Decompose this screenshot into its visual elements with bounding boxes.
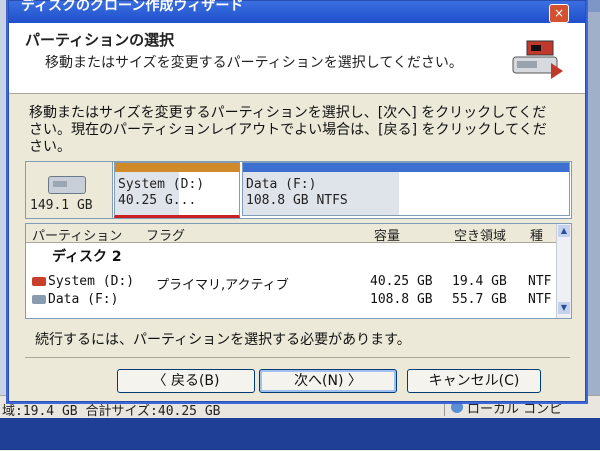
partition-icon: [32, 277, 46, 286]
partition-color-bar: [243, 163, 569, 172]
list-scrollbar[interactable]: ▲ ▼: [556, 224, 571, 318]
partition-block-system[interactable]: System (D:) 40.25 G...: [114, 162, 240, 218]
partition-list[interactable]: パーティション フラグ 容量 空き領域 種 ディスク 2 System (D:)…: [25, 223, 572, 319]
table-row[interactable]: Data (F:) 108.8 GB 55.7 GB NTF: [26, 292, 556, 309]
computer-icon: [451, 401, 463, 413]
wizard-header: パーティションの選択 移動またはサイズを変更するパーティションを選択してください…: [9, 23, 585, 94]
disk-summary: 149.1 GB: [26, 162, 113, 218]
partition-label: Data (F:): [246, 177, 317, 192]
row-type: NTF: [528, 274, 552, 289]
partition-size: 40.25 G...: [118, 193, 197, 208]
row-flags: プライマリ,アクティブ: [156, 278, 289, 293]
list-header: パーティション フラグ 容量 空き領域 種: [26, 224, 556, 244]
row-free: 19.4 GB: [452, 274, 507, 289]
scroll-down-icon[interactable]: ▼: [558, 302, 570, 314]
hard-disk-icon: [48, 176, 86, 194]
next-button[interactable]: 次へ(N) 〉: [259, 369, 397, 393]
disk-partition-icon: [512, 40, 563, 79]
scroll-up-icon[interactable]: ▲: [558, 225, 570, 237]
page-title: パーティションの選択: [25, 31, 175, 49]
row-type: NTF: [528, 292, 552, 307]
partition-block-data[interactable]: Data (F:) 108.8 GB NTFS: [242, 162, 570, 216]
partition-color-bar: [115, 163, 239, 172]
titlebar[interactable]: ディスクのクローン作成ウィザード ×: [9, 0, 585, 23]
column-header-capacity[interactable]: 容量: [374, 225, 400, 244]
column-header-flags[interactable]: フラグ: [146, 225, 185, 244]
row-free: 55.7 GB: [452, 292, 507, 307]
cancel-button[interactable]: キャンセル(C): [407, 369, 541, 393]
row-capacity: 40.25 GB: [370, 274, 433, 289]
desktop-left-strip: [0, 0, 8, 450]
instructions-text: 移動またはサイズを変更するパーティションを選択し、[次へ] をクリックしてくださ…: [29, 105, 547, 155]
close-button[interactable]: ×: [549, 4, 569, 23]
partition-label: System (D:): [118, 177, 205, 192]
table-row[interactable]: System (D:) プライマリ,アクティブ 40.25 GB 19.4 GB…: [26, 274, 556, 293]
partition-size: 108.8 GB NTFS: [246, 193, 348, 208]
divider: [25, 357, 570, 358]
back-button[interactable]: 〈 戻る(B): [117, 369, 255, 393]
page-subtitle: 移動またはサイズを変更するパーティションを選択してください。: [45, 55, 463, 71]
disk-map: 149.1 GB System (D:) 40.25 G... Data (F:…: [25, 161, 572, 219]
taskbar: [0, 418, 600, 450]
row-capacity: 108.8 GB: [370, 292, 433, 307]
partition-icon: [32, 295, 46, 304]
wizard-window: ディスクのクローン作成ウィザード × パーティションの選択 移動またはサイズを変…: [8, 0, 586, 402]
column-header-type[interactable]: 種: [530, 225, 543, 244]
close-icon: ×: [553, 6, 565, 20]
row-name: System (D:): [48, 274, 135, 289]
window-title: ディスクのクローン作成ウィザード: [21, 0, 244, 14]
disk-size: 149.1 GB: [30, 198, 93, 213]
column-header-free[interactable]: 空き領域: [454, 225, 506, 244]
status-message: 続行するには、パーティションを選択する必要があります。: [35, 332, 411, 348]
background-status-text: 域:19.4 GB 合計サイズ:40.25 GB: [2, 404, 221, 419]
row-name: Data (F:): [48, 292, 119, 307]
disk-group-label: ディスク 2: [52, 249, 122, 265]
column-header-partition[interactable]: パーティション: [32, 225, 122, 244]
